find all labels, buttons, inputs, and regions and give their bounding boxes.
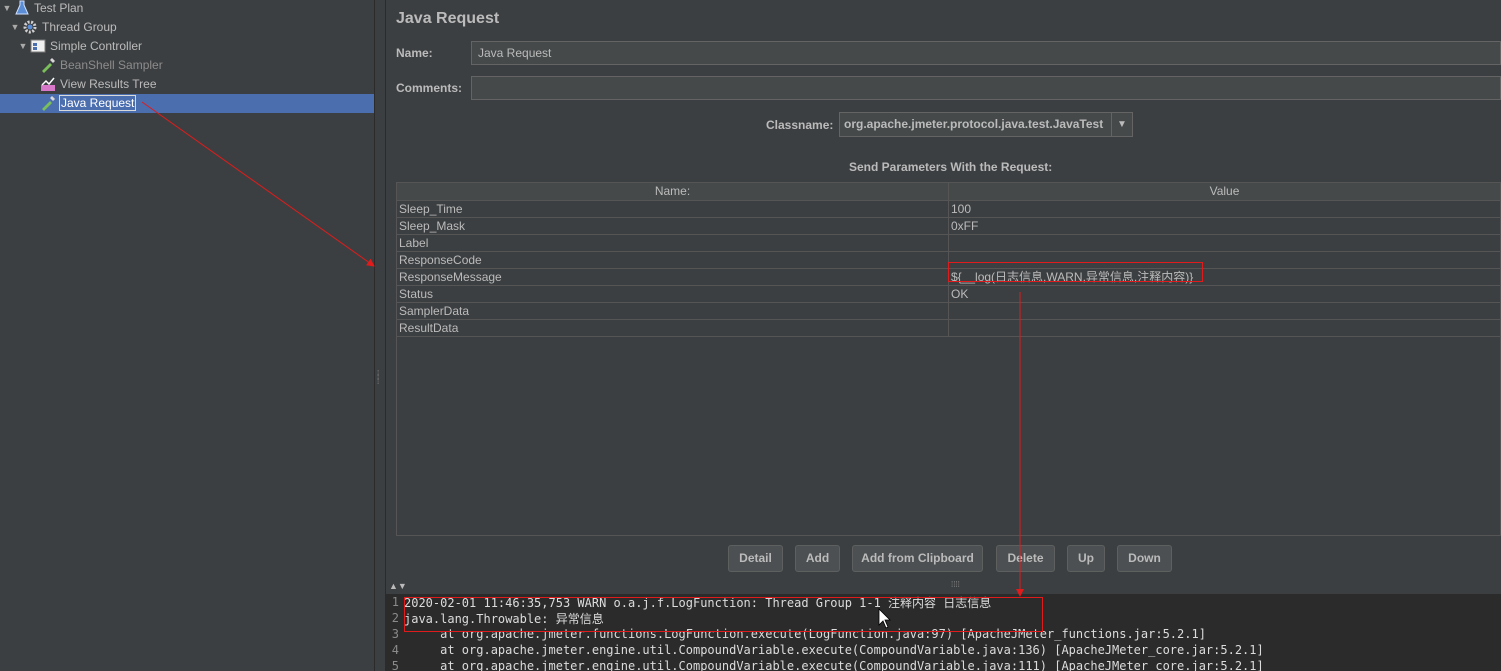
tree-item-label: Test Plan — [34, 0, 84, 15]
tree-item-beanshell-sampler[interactable]: BeanShell Sampler — [38, 55, 163, 74]
flask-icon — [14, 0, 30, 16]
tree-item-view-results-tree[interactable]: View Results Tree — [38, 74, 157, 93]
controller-icon — [30, 38, 46, 54]
parameters-title: Send Parameters With the Request: — [849, 160, 1053, 174]
table-row[interactable]: Label — [397, 235, 1500, 252]
table-row[interactable]: SamplerData — [397, 303, 1500, 320]
panel-title: Java Request — [396, 10, 500, 27]
line-number: 4 — [391, 643, 399, 657]
line-number: 1 — [391, 595, 399, 609]
annotation-box-log-output — [404, 597, 1043, 632]
log-panel-divider[interactable]: ▲▼ ⁞⁞⁞⁞ — [386, 580, 1501, 594]
param-name[interactable]: Status — [397, 286, 949, 302]
log-line: 4 at org.apache.jmeter.engine.util.Compo… — [386, 642, 1501, 658]
pipette-icon — [40, 95, 56, 111]
pipette-icon — [40, 57, 56, 73]
tree-item-test-plan[interactable]: ▼ Test Plan — [2, 0, 83, 17]
tree-item-label: Thread Group — [42, 19, 117, 34]
line-number: 2 — [391, 611, 399, 625]
name-field[interactable]: Java Request — [471, 41, 1501, 65]
add-button[interactable]: Add — [795, 545, 840, 572]
comments-label: Comments: — [396, 81, 463, 95]
tree-item-java-request[interactable]: Java Request — [38, 93, 137, 112]
line-number: 5 — [391, 659, 399, 671]
expand-arrow-icon[interactable]: ▼ — [18, 41, 28, 51]
add-from-clipboard-button[interactable]: Add from Clipboard — [852, 545, 983, 572]
column-header-value[interactable]: Value — [949, 183, 1500, 200]
param-name[interactable]: Sleep_Mask — [397, 218, 949, 234]
tree-item-label: BeanShell Sampler — [60, 57, 163, 72]
param-name[interactable]: ResultData — [397, 320, 949, 336]
chevron-down-icon[interactable]: ▼ — [1111, 113, 1132, 136]
classname-value: org.apache.jmeter.protocol.java.test.Jav… — [844, 117, 1104, 131]
line-number: 3 — [391, 627, 399, 641]
table-row[interactable]: Status OK — [397, 286, 1500, 303]
splitter-grip-icon: ⁞ ⁞ ⁞ — [377, 369, 380, 386]
delete-button[interactable]: Delete — [996, 545, 1055, 572]
parameters-table: Name: Value Sleep_Time 100 Sleep_Mask 0xFF… — [396, 182, 1501, 536]
tree-item-thread-group[interactable]: ▼ Thread Group — [10, 17, 117, 36]
param-value[interactable] — [949, 235, 1500, 251]
tree-item-label: View Results Tree — [60, 76, 157, 91]
java-request-panel: Java Request Name: Java Request Comments… — [386, 0, 1501, 671]
param-value[interactable] — [949, 303, 1500, 319]
annotation-box-response-message — [948, 262, 1203, 282]
classname-select[interactable]: org.apache.jmeter.protocol.java.test.Jav… — [839, 112, 1133, 137]
comments-field[interactable] — [471, 76, 1501, 100]
table-row[interactable]: ResultData — [397, 320, 1500, 337]
param-name[interactable]: SamplerData — [397, 303, 949, 319]
down-button[interactable]: Down — [1117, 545, 1172, 572]
detail-button[interactable]: Detail — [728, 545, 783, 572]
param-name[interactable]: ResponseCode — [397, 252, 949, 268]
pane-splitter[interactable]: ⁞ ⁞ ⁞ — [374, 0, 386, 671]
name-label: Name: — [396, 46, 433, 60]
classname-label: Classname: — [766, 118, 834, 132]
chart-icon — [40, 76, 56, 92]
tree-item-label: Simple Controller — [50, 38, 143, 53]
param-name[interactable]: Sleep_Time — [397, 201, 949, 217]
tree-item-simple-controller[interactable]: ▼ Simple Controller — [18, 36, 143, 55]
up-button[interactable]: Up — [1067, 545, 1105, 572]
param-name[interactable]: ResponseMessage — [397, 269, 949, 285]
table-row[interactable]: Sleep_Time 100 — [397, 201, 1500, 218]
expand-arrow-icon[interactable]: ▼ — [10, 22, 20, 32]
expand-arrow-icon[interactable]: ▼ — [2, 3, 12, 13]
collapse-arrows-icon[interactable]: ▲▼ — [389, 581, 407, 591]
tree-item-label: Java Request — [58, 94, 137, 111]
log-text: at org.apache.jmeter.engine.util.Compoun… — [404, 659, 1264, 671]
table-header: Name: Value — [397, 183, 1500, 201]
log-line: 5 at org.apache.jmeter.engine.util.Compo… — [386, 658, 1501, 671]
log-text: at org.apache.jmeter.engine.util.Compoun… — [404, 643, 1264, 657]
param-value[interactable]: 0xFF — [949, 218, 1500, 234]
param-name[interactable]: Label — [397, 235, 949, 251]
test-plan-tree: ▼ Test Plan ▼ Thread Group ▼ Simple Cont… — [0, 0, 374, 671]
gear-icon — [22, 19, 38, 35]
column-header-name[interactable]: Name: — [397, 183, 949, 200]
param-value[interactable]: 100 — [949, 201, 1500, 217]
divider-grip-icon: ⁞⁞⁞⁞ — [951, 580, 960, 589]
param-value[interactable]: OK — [949, 286, 1500, 302]
table-row[interactable]: Sleep_Mask 0xFF — [397, 218, 1500, 235]
param-value[interactable] — [949, 320, 1500, 336]
